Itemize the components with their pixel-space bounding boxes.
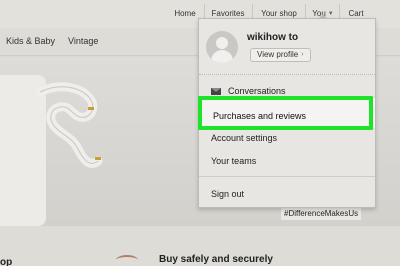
avatar[interactable] <box>206 31 238 63</box>
menu-item-conversations[interactable]: Conversations <box>211 86 286 96</box>
menu-item-label: Sign out <box>211 189 245 199</box>
home-icon: ▀▀ <box>180 0 190 4</box>
category-kids-baby[interactable]: Kids & Baby <box>6 36 55 46</box>
profile-section: wikihow to View profile › <box>199 19 375 75</box>
nav-your-shop-label: Your shop <box>261 9 297 18</box>
highlight-annotation-box <box>198 96 373 130</box>
menu-divider <box>199 176 375 177</box>
nav-cart-label: Cart <box>348 9 364 18</box>
category-vintage[interactable]: Vintage <box>68 36 98 46</box>
nav-favorites-label: Favorites <box>211 9 245 18</box>
nav-divider <box>252 4 253 18</box>
view-profile-label: View profile <box>257 50 299 59</box>
caret-down-icon: ▼ <box>327 10 334 17</box>
menu-item-sign-out[interactable]: Sign out <box>211 189 244 199</box>
nav-home[interactable]: ▀▀ Home <box>170 0 200 28</box>
view-profile-button[interactable]: View profile › <box>250 48 311 62</box>
username: wikihow to <box>247 32 299 43</box>
nav-divider <box>339 4 340 18</box>
menu-item-label: Conversations <box>228 86 286 96</box>
cart-icon: ▀ <box>353 0 359 4</box>
hero-hashtag: #DifferenceMakesUs <box>281 207 362 220</box>
bottom-left-text: op <box>0 257 13 266</box>
mail-icon <box>211 87 221 95</box>
nav-home-label: Home <box>174 9 196 18</box>
nav-divider <box>305 4 306 18</box>
product-thumbnail <box>116 255 138 265</box>
menu-item-account-settings[interactable]: Account settings <box>211 133 277 143</box>
menu-item-your-teams[interactable]: Your teams <box>211 156 256 166</box>
menu-item-label: Your teams <box>211 156 257 166</box>
chevron-right-icon: › <box>301 51 304 58</box>
menu-item-label: Account settings <box>211 133 278 143</box>
nav-divider <box>204 4 205 18</box>
buy-safely-heading: Buy safely and securely <box>159 254 273 265</box>
